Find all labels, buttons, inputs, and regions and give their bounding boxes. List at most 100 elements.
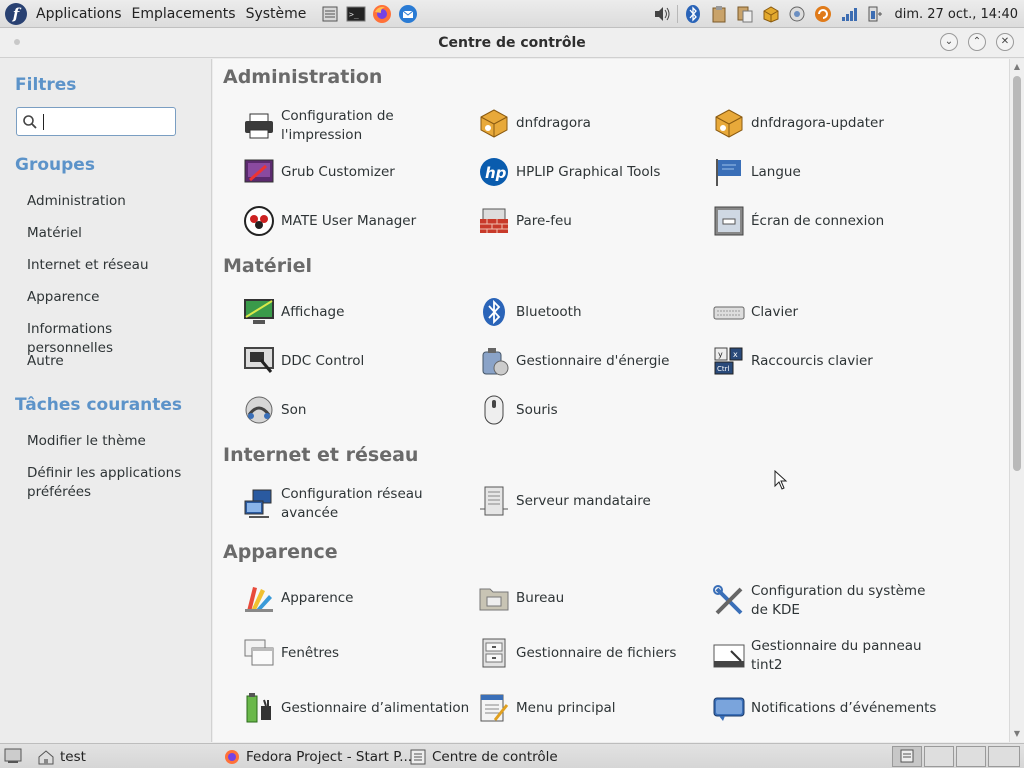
- clipboard-icon[interactable]: [709, 4, 729, 24]
- item-power-settings[interactable]: Gestionnaire d’alimentation: [243, 692, 473, 724]
- control-center-icon: [900, 749, 914, 763]
- item-display[interactable]: Affichage: [243, 296, 473, 328]
- taskbar-item-control-center[interactable]: Centre de contrôle: [410, 746, 558, 767]
- sidebar-item-appearance[interactable]: Apparence: [27, 288, 202, 307]
- item-firewall[interactable]: Pare-feu: [478, 205, 708, 237]
- updates-package-icon[interactable]: [761, 4, 781, 24]
- desktop-folder-icon: [478, 582, 510, 614]
- proxy-server-icon: [478, 485, 510, 517]
- taskbar-item-firefox[interactable]: Fedora Project - Start P...: [224, 746, 412, 767]
- menu-system[interactable]: Système: [241, 0, 312, 28]
- terminal-launcher-icon[interactable]: >_: [345, 3, 367, 25]
- printer-icon: [243, 110, 275, 142]
- item-mate-user-manager[interactable]: MATE User Manager: [243, 205, 473, 237]
- home-folder-icon: [38, 749, 54, 764]
- item-dnfdragora-updater[interactable]: dnfdragora-updater: [713, 107, 943, 139]
- item-bluetooth[interactable]: Bluetooth: [478, 296, 708, 328]
- item-tint2-panel-manager[interactable]: Gestionnaire du panneau tint2: [713, 637, 973, 675]
- item-sound[interactable]: Son: [243, 394, 473, 426]
- tasks-heading: Tâches courantes: [15, 395, 183, 415]
- task-change-theme[interactable]: Modifier le thème: [27, 432, 202, 451]
- display-icon: [243, 296, 275, 328]
- sidebar-item-other[interactable]: Autre: [27, 352, 202, 371]
- keyboard-shortcuts-icon: y x Ctrl: [713, 345, 745, 377]
- svg-text:x: x: [733, 350, 738, 359]
- item-power-manager[interactable]: Gestionnaire d'énergie: [478, 345, 708, 377]
- item-label: Menu principal: [516, 699, 616, 716]
- workspace-3[interactable]: [956, 746, 986, 767]
- firewall-icon: [478, 205, 510, 237]
- task-preferred-apps[interactable]: Définir les applications préférées: [27, 464, 202, 502]
- thunderbird-launcher-icon[interactable]: [397, 3, 419, 25]
- item-event-notifications[interactable]: Notifications d’événements: [713, 692, 973, 724]
- sidebar-item-internet-network[interactable]: Internet et réseau: [27, 256, 202, 275]
- clock[interactable]: dim. 27 oct., 14:40: [894, 7, 1018, 22]
- minimize-button[interactable]: ⌄: [940, 33, 958, 51]
- taskbar-item-test[interactable]: test: [38, 746, 86, 767]
- item-mouse[interactable]: Souris: [478, 394, 708, 426]
- item-label: Écran de connexion: [751, 212, 885, 229]
- scroll-down-arrow-icon[interactable]: ▼: [1012, 729, 1022, 738]
- file-manager-launcher-icon[interactable]: [319, 3, 341, 25]
- workspace-4[interactable]: [988, 746, 1020, 767]
- item-label: Configuration du système de KDE: [751, 583, 926, 618]
- clipboard-paste-icon[interactable]: [735, 4, 755, 24]
- scroll-up-arrow-icon[interactable]: ▲: [1012, 62, 1022, 71]
- control-center-icon: [410, 749, 426, 764]
- network-status-icon[interactable]: [787, 4, 807, 24]
- item-login-screen[interactable]: Écran de connexion: [713, 205, 943, 237]
- panel-icon: [713, 640, 745, 672]
- workspace-1[interactable]: [892, 746, 922, 767]
- sidebar-item-hardware[interactable]: Matériel: [27, 224, 202, 243]
- item-language[interactable]: Langue: [713, 156, 943, 188]
- window-titlebar[interactable]: Centre de contrôle ⌄ ⌃ ✕: [0, 28, 1024, 58]
- item-appearance[interactable]: Apparence: [243, 582, 473, 614]
- show-desktop-icon[interactable]: [4, 748, 22, 764]
- item-label: Gestionnaire de fichiers: [516, 644, 677, 661]
- text-cursor: [43, 114, 44, 130]
- item-hplip[interactable]: hp HPLIP Graphical Tools: [478, 156, 708, 188]
- groups-heading: Groupes: [15, 155, 95, 175]
- item-advanced-network[interactable]: Configuration réseau avancée: [243, 485, 473, 523]
- item-file-manager[interactable]: Gestionnaire de fichiers: [478, 637, 708, 669]
- search-input[interactable]: [16, 107, 176, 136]
- network-icon: [243, 488, 275, 520]
- item-keyboard-shortcuts[interactable]: y x Ctrl Raccourcis clavier: [713, 345, 943, 377]
- item-printing[interactable]: Configuration de l'impression: [243, 107, 473, 145]
- svg-text:y: y: [718, 350, 723, 359]
- item-label: Configuration réseau avancée: [281, 486, 423, 521]
- bluetooth-tray-icon[interactable]: [683, 4, 703, 24]
- fedora-logo-icon[interactable]: f: [5, 2, 27, 25]
- menu-applications[interactable]: Applications: [31, 0, 127, 28]
- software-update-icon[interactable]: [813, 4, 833, 24]
- workspace-2[interactable]: [924, 746, 954, 767]
- menu-places[interactable]: Emplacements: [127, 0, 241, 28]
- item-keyboard[interactable]: Clavier: [713, 296, 943, 328]
- sidebar-item-administration[interactable]: Administration: [27, 192, 202, 211]
- firefox-launcher-icon[interactable]: [371, 3, 393, 25]
- item-proxy-server[interactable]: Serveur mandataire: [478, 485, 708, 517]
- item-grub-customizer[interactable]: Grub Customizer: [243, 156, 473, 188]
- taskbar-label: test: [60, 748, 86, 765]
- item-label: DDC Control: [281, 352, 365, 369]
- search-icon: [23, 115, 37, 129]
- signal-strength-icon[interactable]: [839, 4, 859, 24]
- item-label: Gestionnaire d'énergie: [516, 352, 670, 369]
- item-desktop[interactable]: Bureau: [478, 582, 708, 614]
- close-button[interactable]: ✕: [996, 33, 1014, 51]
- item-label: Son: [281, 401, 307, 418]
- item-kde-system-settings[interactable]: Configuration du système de KDE: [713, 582, 973, 620]
- item-dnfdragora[interactable]: dnfdragora: [478, 107, 708, 139]
- item-label: Notifications d’événements: [751, 699, 937, 716]
- item-ddc-control[interactable]: DDC Control: [243, 345, 473, 377]
- item-label: MATE User Manager: [281, 212, 417, 229]
- item-windows[interactable]: Fenêtres: [243, 637, 473, 669]
- maximize-button[interactable]: ⌃: [968, 33, 986, 51]
- power-status-icon[interactable]: [865, 4, 885, 24]
- item-main-menu[interactable]: Menu principal: [478, 692, 708, 724]
- scroll-thumb[interactable]: [1013, 76, 1021, 471]
- firefox-icon: [225, 749, 239, 764]
- volume-icon[interactable]: [652, 4, 672, 24]
- content-scrollbar[interactable]: ▲ ▼: [1009, 59, 1024, 742]
- group-title-hardware: Matériel: [223, 255, 312, 277]
